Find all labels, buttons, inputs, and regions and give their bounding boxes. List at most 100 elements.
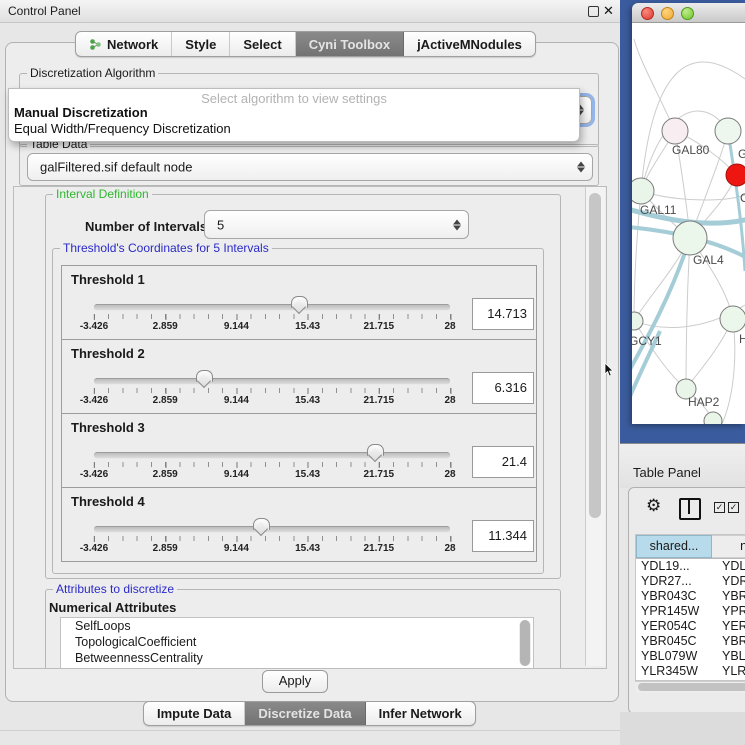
gear-icon[interactable]: ⚙: [646, 496, 661, 516]
panel-scrollbar[interactable]: [585, 187, 605, 666]
table-cell[interactable]: YPR145W: [636, 604, 716, 619]
checkbox-icon[interactable]: ✓: [714, 502, 725, 513]
network-node[interactable]: [632, 312, 643, 330]
table-horizontal-scrollbar[interactable]: [635, 681, 745, 693]
table-data-combo[interactable]: galFiltered.sif default node: [27, 153, 593, 181]
tab-discretize-data[interactable]: Discretize Data: [245, 702, 365, 725]
background-strip: [620, 712, 745, 745]
interval-definition-label: Interval Definition: [53, 187, 152, 201]
network-node[interactable]: [720, 306, 745, 332]
table-cell[interactable]: YDL1: [716, 559, 745, 574]
table-row[interactable]: YBR045CYBR0: [636, 634, 745, 649]
zoom-traffic-light-icon[interactable]: [681, 7, 694, 20]
network-node[interactable]: [632, 178, 654, 204]
tab-cyni-toolbox[interactable]: Cyni Toolbox: [296, 32, 404, 56]
table-data-group: Table Data galFiltered.sif default node: [19, 144, 599, 186]
table-cell[interactable]: YLR345W: [636, 664, 716, 679]
threshold-1-slider[interactable]: -3.4262.8599.14415.4321.71528: [88, 292, 450, 336]
list-scrollbar-thumb[interactable]: [520, 620, 530, 666]
tab-infer-network[interactable]: Infer Network: [366, 702, 475, 725]
table-cell[interactable]: YER054C: [636, 619, 716, 634]
close-traffic-light-icon[interactable]: [641, 7, 654, 20]
list-scrollbar[interactable]: [519, 620, 531, 666]
columns-icon[interactable]: [679, 498, 701, 520]
table-cell[interactable]: YBL079W: [636, 649, 716, 664]
threshold-2-value-field[interactable]: 6.316: [472, 372, 534, 404]
tab-impute-data-label: Impute Data: [157, 706, 231, 721]
tab-select[interactable]: Select: [230, 32, 295, 56]
threshold-1-value-field[interactable]: 14.713: [472, 298, 534, 330]
popup-option-manual-discretization[interactable]: Manual Discretization: [14, 105, 148, 120]
apply-button[interactable]: Apply: [262, 670, 328, 693]
table-cell[interactable]: YBR0: [716, 634, 745, 649]
threshold-3-value-field[interactable]: 21.4: [472, 446, 534, 478]
threshold-3-panel: Threshold 3 -3.4262.8599.14415.4321.7152…: [61, 413, 537, 488]
close-icon[interactable]: ✕: [603, 3, 614, 19]
table-cell[interactable]: YLR3: [716, 664, 745, 679]
table-cell[interactable]: YBR045C: [636, 634, 716, 649]
table-cell[interactable]: YDR2: [716, 574, 745, 589]
slider-tick-labels: -3.4262.8599.14415.4321.71528: [94, 393, 450, 407]
combo-stepper-icon: [577, 162, 585, 173]
network-node[interactable]: [673, 221, 707, 255]
tab-impute-data[interactable]: Impute Data: [144, 702, 245, 725]
slider-thumb[interactable]: [291, 296, 308, 308]
attributes-group-label: Attributes to discretize: [53, 582, 177, 596]
table-row[interactable]: YER054CYER0: [636, 619, 745, 634]
tab-jactivemnodules[interactable]: jActiveMNodules: [404, 32, 535, 56]
column-header-name[interactable]: na: [712, 535, 745, 558]
threshold-3-slider[interactable]: -3.4262.8599.14415.4321.71528: [88, 440, 450, 484]
table-row[interactable]: YDR27...YDR2: [636, 574, 745, 589]
threshold-2-label: Threshold 2: [71, 346, 145, 361]
network-node[interactable]: [715, 118, 741, 144]
table-cell[interactable]: YBR043C: [636, 589, 716, 604]
table-cell[interactable]: YPR1: [716, 604, 745, 619]
tab-network[interactable]: Network: [76, 32, 172, 56]
algorithm-popup: Select algorithm to view settings Manual…: [8, 88, 580, 142]
tick-label: 9.144: [224, 543, 249, 554]
number-of-intervals-label: Number of Intervals: [85, 219, 207, 234]
threshold-4-value-field[interactable]: 11.344: [472, 520, 534, 552]
network-node[interactable]: [726, 164, 745, 186]
table-data-combo-value: galFiltered.sif default node: [40, 160, 192, 175]
threshold-1-label: Threshold 1: [71, 272, 145, 287]
slider-thumb[interactable]: [367, 444, 384, 456]
panel-scrollbar-thumb[interactable]: [589, 193, 601, 518]
slider-thumb[interactable]: [196, 370, 213, 382]
column-header-shared-name[interactable]: shared...: [636, 535, 712, 558]
tick-label: 2.859: [153, 321, 178, 332]
tab-cyni-toolbox-label: Cyni Toolbox: [309, 37, 390, 52]
table-row[interactable]: YPR145WYPR1: [636, 604, 745, 619]
table-cell[interactable]: YDL19...: [636, 559, 716, 574]
number-of-intervals-combo[interactable]: 5: [204, 210, 469, 239]
table-hscrollbar-thumb[interactable]: [638, 683, 745, 691]
threshold-4-slider[interactable]: -3.4262.8599.14415.4321.71528: [88, 514, 450, 558]
network-canvas[interactable]: GAL80GACGAL11GAL4GCY1HHAP2: [632, 23, 745, 424]
slider-thumb[interactable]: [253, 518, 270, 530]
table-row[interactable]: YBR043CYBR0: [636, 589, 745, 604]
list-item[interactable]: TopologicalCoefficient: [61, 634, 533, 650]
float-window-icon[interactable]: [588, 6, 599, 17]
list-item[interactable]: SelfLoops: [61, 618, 533, 634]
checkbox-icon[interactable]: ✓: [728, 502, 739, 513]
table-cell[interactable]: YDR27...: [636, 574, 716, 589]
table-cell[interactable]: YER0: [716, 619, 745, 634]
network-node[interactable]: [704, 412, 722, 424]
tick-label: 2.859: [153, 469, 178, 480]
tick-label: 21.715: [364, 469, 395, 480]
tab-style[interactable]: Style: [172, 32, 230, 56]
threshold-2-slider[interactable]: -3.4262.8599.14415.4321.71528: [88, 366, 450, 410]
table-row[interactable]: YBL079WYBL0: [636, 649, 745, 664]
minimize-traffic-light-icon[interactable]: [661, 7, 674, 20]
bottom-tabs: Impute Data Discretize Data Infer Networ…: [143, 701, 476, 726]
table-row[interactable]: YLR345WYLR3: [636, 664, 745, 679]
popup-option-equal-width[interactable]: Equal Width/Frequency Discretization: [14, 121, 231, 136]
table-row[interactable]: YDL19...YDL1: [636, 559, 745, 574]
network-window: GAL80GACGAL11GAL4GCY1HHAP2: [632, 3, 745, 424]
network-window-titlebar[interactable]: [632, 3, 745, 23]
table-cell[interactable]: YBL0: [716, 649, 745, 664]
tick-label: 28: [444, 469, 455, 480]
network-node[interactable]: [662, 118, 688, 144]
list-item[interactable]: BetweennessCentrality: [61, 650, 533, 666]
table-cell[interactable]: YBR0: [716, 589, 745, 604]
